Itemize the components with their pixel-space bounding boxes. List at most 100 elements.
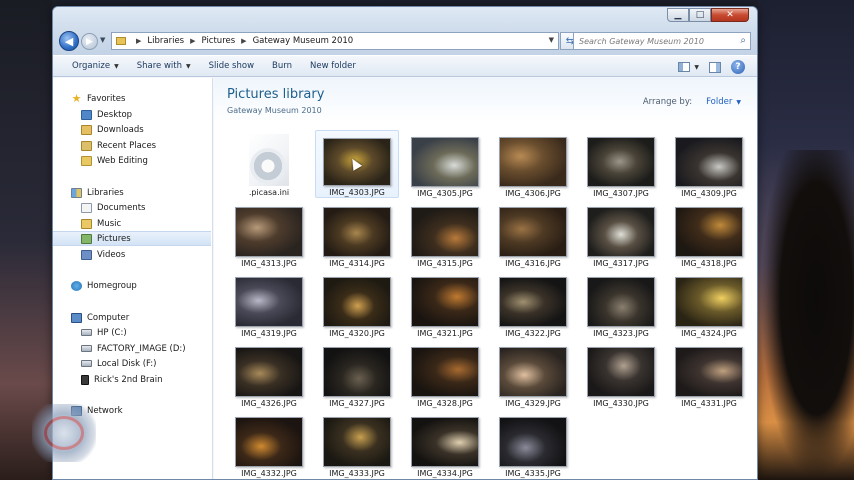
change-view-icon[interactable]: [678, 62, 691, 72]
file-tile[interactable]: IMG_4306.JPG: [491, 130, 575, 198]
file-tile[interactable]: IMG_4331.JPG: [667, 340, 751, 408]
drive-icon: [81, 329, 92, 336]
back-button[interactable]: ◀: [59, 31, 79, 51]
library-subtitle: Gateway Museum 2010: [227, 106, 322, 115]
maximize-button[interactable]: □: [689, 8, 711, 22]
nav-factory-image[interactable]: FACTORY_IMAGE (D:): [53, 341, 211, 356]
file-tile[interactable]: IMG_4309.JPG: [667, 130, 751, 198]
burn-button[interactable]: Burn: [263, 56, 301, 76]
chevron-right-icon[interactable]: ▶: [190, 37, 195, 45]
breadcrumb-gateway-museum[interactable]: Gateway Museum 2010: [253, 36, 354, 46]
new-folder-button[interactable]: New folder: [301, 56, 365, 76]
file-name: IMG_4329.JPG: [505, 399, 561, 408]
file-name: IMG_4330.JPG: [593, 399, 649, 408]
file-tile[interactable]: IMG_4314.JPG: [315, 200, 399, 268]
nav-ricks-brain[interactable]: Rick's 2nd Brain: [53, 372, 211, 387]
file-tile[interactable]: IMG_4313.JPG: [227, 200, 311, 268]
preview-pane-icon[interactable]: [709, 61, 721, 73]
file-tile[interactable]: IMG_4328.JPG: [403, 340, 487, 408]
file-tile[interactable]: IMG_4319.JPG: [227, 270, 311, 338]
nav-libraries[interactable]: Libraries: [53, 185, 211, 200]
file-tile[interactable]: IMG_4333.JPG: [315, 410, 399, 478]
file-name: IMG_4326.JPG: [241, 399, 297, 408]
file-tile[interactable]: IMG_4305.JPG: [403, 130, 487, 198]
chevron-right-icon[interactable]: ▶: [241, 37, 246, 45]
file-tile[interactable]: IMG_4334.JPG: [403, 410, 487, 478]
file-name: IMG_4323.JPG: [593, 329, 649, 338]
file-tile[interactable]: IMG_4307.JPG: [579, 130, 663, 198]
nav-music[interactable]: Music: [53, 216, 211, 231]
nav-homegroup[interactable]: Homegroup: [53, 278, 211, 293]
help-icon[interactable]: ?: [731, 60, 745, 74]
file-tile[interactable]: IMG_4320.JPG: [315, 270, 399, 338]
minimize-button[interactable]: ▁: [667, 8, 689, 22]
nav-recent-places[interactable]: Recent Places: [53, 138, 211, 153]
file-tile[interactable]: IMG_4335.JPG: [491, 410, 575, 478]
nav-hp-c[interactable]: HP (C:): [53, 325, 211, 340]
file-name: IMG_4335.JPG: [505, 469, 561, 478]
file-tile[interactable]: IMG_4327.JPG: [315, 340, 399, 408]
toolbar-right-group: ▼ ?: [678, 60, 745, 74]
file-name: IMG_4305.JPG: [417, 189, 473, 198]
library-title: Pictures library: [227, 87, 325, 102]
breadcrumb-pictures[interactable]: Pictures: [202, 36, 236, 46]
image-thumbnail: [675, 207, 743, 257]
search-box[interactable]: ⌕: [573, 32, 751, 50]
file-tile[interactable]: IMG_4322.JPG: [491, 270, 575, 338]
share-with-menu[interactable]: Share with ▼: [128, 56, 200, 76]
file-tile[interactable]: IMG_4330.JPG: [579, 340, 663, 408]
image-thumbnail: [235, 207, 303, 257]
nav-videos[interactable]: Videos: [53, 247, 211, 262]
nav-desktop[interactable]: Desktop: [53, 107, 211, 122]
file-tile[interactable]: IMG_4315.JPG: [403, 200, 487, 268]
arrange-by-dropdown[interactable]: Folder: [706, 97, 732, 107]
nav-label: Computer: [87, 312, 130, 323]
forward-button[interactable]: ▶: [81, 33, 98, 50]
recent-pages-dropdown[interactable]: ▼: [100, 36, 105, 44]
nav-label: FACTORY_IMAGE (D:): [97, 343, 186, 354]
chevron-down-icon[interactable]: ▼: [694, 64, 699, 71]
documents-icon: [81, 202, 92, 213]
file-thumbnail: [249, 134, 289, 186]
explorer-window: ▁ □ ✕ ◀ ▶ ▼ ▶ Libraries ▶ Pictures ▶ Gat…: [52, 6, 758, 480]
title-bar: ▁ □ ✕ ◀ ▶ ▼ ▶ Libraries ▶ Pictures ▶ Gat…: [53, 7, 757, 55]
file-tile[interactable]: IMG_4329.JPG: [491, 340, 575, 408]
organize-menu[interactable]: Organize ▼: [63, 56, 128, 76]
file-tile[interactable]: IMG_4317.JPG: [579, 200, 663, 268]
search-input[interactable]: [579, 36, 729, 46]
file-name: IMG_4318.JPG: [681, 259, 737, 268]
nav-pictures[interactable]: Pictures: [53, 231, 211, 246]
nav-local-disk[interactable]: Local Disk (F:): [53, 356, 211, 371]
nav-computer[interactable]: Computer: [53, 310, 211, 325]
nav-favorites[interactable]: ★ Favorites: [53, 91, 211, 106]
file-tile[interactable]: .picasa.ini: [227, 130, 311, 198]
nav-label: Favorites: [87, 93, 126, 104]
image-thumbnail: [235, 277, 303, 327]
file-tile[interactable]: IMG_4321.JPG: [403, 270, 487, 338]
file-tile[interactable]: IMG_4303.JPG: [315, 130, 399, 198]
slide-show-button[interactable]: Slide show: [200, 56, 263, 76]
image-thumbnail: [499, 207, 567, 257]
file-tile[interactable]: IMG_4318.JPG: [667, 200, 751, 268]
music-icon: [81, 218, 92, 229]
breadcrumb-libraries[interactable]: Libraries: [147, 36, 184, 46]
file-tile[interactable]: IMG_4326.JPG: [227, 340, 311, 408]
arrow-right-icon: ▶: [86, 36, 93, 47]
file-tile[interactable]: IMG_4316.JPG: [491, 200, 575, 268]
file-tile[interactable]: IMG_4323.JPG: [579, 270, 663, 338]
close-button[interactable]: ✕: [711, 8, 749, 22]
share-with-label: Share with: [136, 61, 182, 71]
file-name: IMG_4314.JPG: [329, 259, 385, 268]
nav-downloads[interactable]: Downloads: [53, 122, 211, 137]
nav-web-editing[interactable]: Web Editing: [53, 153, 211, 168]
nav-documents[interactable]: Documents: [53, 200, 211, 215]
image-thumbnail: [587, 207, 655, 257]
search-icon[interactable]: ⌕: [740, 35, 746, 46]
image-thumbnail: [675, 347, 743, 397]
chevron-right-icon[interactable]: ▶: [136, 37, 141, 45]
address-dropdown-icon[interactable]: ▼: [549, 36, 554, 44]
file-tile[interactable]: IMG_4332.JPG: [227, 410, 311, 478]
chevron-down-icon[interactable]: ▼: [736, 99, 741, 106]
address-bar[interactable]: ▶ Libraries ▶ Pictures ▶ Gateway Museum …: [111, 32, 559, 50]
file-tile[interactable]: IMG_4324.JPG: [667, 270, 751, 338]
